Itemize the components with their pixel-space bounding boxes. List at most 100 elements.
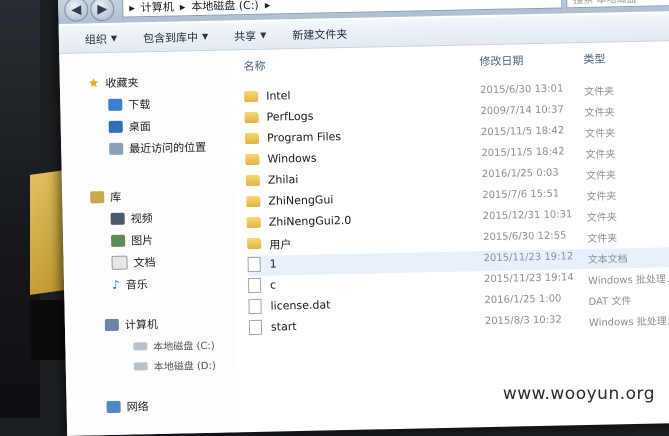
file-type: 文件夹 (584, 128, 616, 140)
include-in-library-button[interactable]: 包含到库中 ▼ (143, 28, 208, 45)
nav-recent-label: 最近访问的位置 (129, 140, 207, 156)
file-modified-date: 2015/6/30 12:55 (483, 230, 567, 244)
organize-button[interactable]: 组织 ▼ (85, 30, 117, 47)
file-modified-date: 2009/7/14 10:37 (480, 104, 564, 118)
nav-music-label: 音乐 (125, 278, 148, 292)
back-button[interactable]: ◀ (64, 0, 89, 22)
nav-music[interactable]: ♪ 音乐 (112, 276, 148, 293)
navigation-pane: ★ 收藏夹 下载 桌面 最近访问的位置 库 视频 图片 文档 ♪ 音乐 计算机 本地… (59, 52, 240, 436)
file-name: start (270, 320, 297, 334)
recent-places-icon (109, 142, 124, 155)
folder-icon (247, 237, 262, 250)
new-folder-button[interactable]: 新建文件夹 (292, 25, 347, 42)
download-folder-icon (108, 98, 123, 111)
include-in-library-label: 包含到库中 (142, 30, 199, 45)
breadcrumb-drive-c[interactable]: 本地磁盘 (C:) (191, 0, 259, 14)
file-type: 文件夹 (584, 107, 615, 119)
file-type: 文件夹 (586, 212, 617, 224)
new-folder-label: 新建文件夹 (292, 27, 348, 42)
file-icon (248, 319, 263, 336)
file-modified-date: 2016/1/25 1:00 (484, 293, 562, 307)
nav-downloads[interactable]: 下载 (108, 96, 150, 113)
nav-libraries[interactable]: 库 (90, 189, 121, 206)
chevron-down-icon: ▼ (260, 30, 267, 40)
file-name: 1 (269, 257, 277, 271)
nav-videos[interactable]: 视频 (110, 210, 153, 227)
file-modified-date: 2015/11/23 19:12 (483, 251, 574, 265)
column-header-date[interactable]: 修改日期 (479, 52, 523, 69)
folder-icon (246, 216, 261, 229)
file-icon (248, 298, 262, 315)
share-label: 共享 (234, 29, 257, 43)
nav-pictures[interactable]: 图片 (111, 232, 153, 249)
nav-documents-label: 文档 (133, 256, 156, 270)
file-name: c (269, 278, 277, 292)
file-type: 文件夹 (587, 233, 618, 245)
folder-icon (244, 90, 259, 103)
file-name: Intel (266, 89, 291, 103)
file-name: license.dat (270, 298, 331, 313)
chevron-right-icon: ▸ (179, 0, 186, 13)
column-header-name[interactable]: 名称 (243, 58, 265, 74)
file-modified-date: 2015/8/3 10:32 (484, 314, 562, 328)
file-name: ZhiNengGui (268, 193, 334, 208)
folder-icon (245, 153, 260, 166)
computer-icon (104, 318, 120, 332)
column-header-type[interactable]: 类型 (583, 51, 605, 67)
file-type: 文件夹 (585, 170, 617, 182)
nav-drive-c-label: 本地磁盘 (C:) (153, 340, 215, 354)
explorer-window: ◀ ▶ ▸ 计算机 ▸ 本地磁盘 (C:) ▸ 搜索 本地磁盘 组织▼ 包含到库… (58, 0, 669, 436)
file-name: Zhilai (267, 173, 299, 187)
nav-drive-d[interactable]: 本地磁盘 (D:) (133, 357, 216, 374)
nav-drive-c[interactable]: 本地磁盘 (C:) (133, 337, 215, 354)
file-name: 用户 (269, 238, 292, 252)
nav-libraries-label: 库 (110, 190, 122, 204)
chevron-down-icon: ▼ (201, 31, 209, 41)
nav-favorites[interactable]: ★ 收藏夹 (88, 74, 139, 91)
file-list: 名称 修改日期 类型 Intel 2015/6/30 13:01 文件夹 PerfLo… (235, 43, 669, 433)
nav-videos-label: 视频 (130, 212, 153, 226)
address-bar[interactable]: ▸ 计算机 ▸ 本地磁盘 (C:) ▸ (122, 0, 563, 18)
desktop-icon (108, 120, 123, 133)
picture-icon (111, 234, 126, 247)
star-icon: ★ (87, 75, 100, 91)
folder-icon (244, 111, 259, 124)
file-type: Windows 批处理... (588, 316, 669, 329)
file-type: 文件夹 (584, 86, 615, 99)
file-name: ZhiNengGui2.0 (268, 213, 352, 229)
file-modified-date: 2015/6/30 13:01 (479, 83, 564, 97)
organize-label: 组织 (84, 32, 108, 46)
share-button[interactable]: 共享 ▼ (234, 27, 266, 44)
nav-desktop-label: 桌面 (128, 120, 151, 134)
file-modified-date: 2015/11/5 18:42 (480, 125, 565, 139)
search-input[interactable]: 搜索 本地磁盘 (565, 0, 669, 9)
chevron-right-icon: ▸ (264, 0, 271, 12)
nav-drive-d-label: 本地磁盘 (D:) (153, 360, 216, 374)
file-name: Windows (267, 151, 317, 166)
network-icon (106, 400, 121, 414)
file-modified-date: 2016/1/25 0:03 (481, 167, 559, 181)
file-type: DAT 文件 (588, 296, 632, 308)
nav-computer-label: 计算机 (124, 317, 159, 332)
breadcrumb-computer[interactable]: 计算机 (141, 0, 174, 15)
file-modified-date: 2015/7/6 15:51 (482, 188, 560, 202)
nav-recent-places[interactable]: 最近访问的位置 (109, 139, 206, 157)
drive-icon (133, 341, 148, 350)
forward-button[interactable]: ▶ (90, 0, 115, 22)
back-arrow-icon: ◀ (71, 2, 82, 18)
watermark: www.wooyun.org (502, 384, 655, 404)
computer-icon: ▸ (129, 0, 135, 15)
file-icon (247, 277, 262, 294)
nav-pictures-label: 图片 (131, 234, 154, 248)
forward-arrow-icon: ▶ (97, 1, 108, 17)
video-icon (110, 212, 125, 225)
nav-computer[interactable]: 计算机 (104, 316, 159, 333)
nav-network[interactable]: 网络 (106, 398, 149, 415)
nav-network-label: 网络 (126, 400, 149, 414)
folder-icon (246, 195, 261, 208)
nav-documents[interactable]: 文档 (111, 254, 156, 271)
library-icon (90, 191, 105, 204)
nav-desktop[interactable]: 桌面 (108, 118, 151, 135)
file-modified-date: 2015/12/31 10:31 (482, 209, 573, 223)
file-modified-date: 2015/11/23 19:14 (483, 272, 574, 286)
